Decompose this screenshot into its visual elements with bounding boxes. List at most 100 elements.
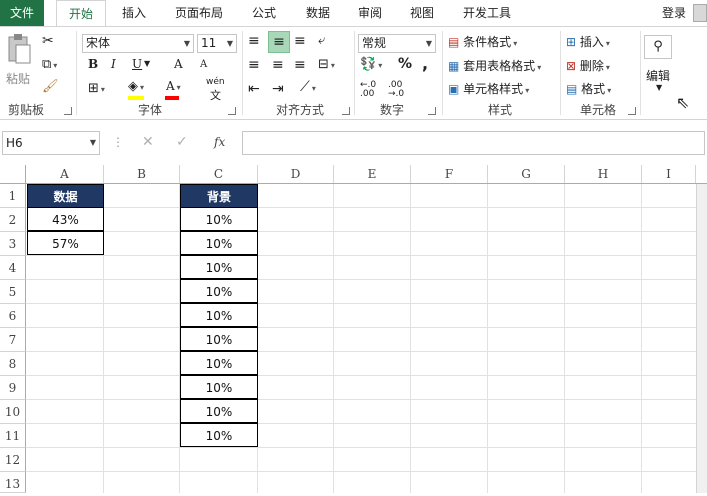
underline-button[interactable]: U (132, 57, 142, 71)
row-header[interactable]: 12 (0, 448, 26, 472)
decrease-indent-icon[interactable]: ⇤ (248, 81, 260, 97)
font-name-select[interactable]: 宋体 ▼ (82, 34, 194, 53)
cell-c10[interactable]: 10% (180, 399, 258, 423)
tab-review[interactable]: 审阅 (348, 0, 392, 26)
row-header[interactable]: 7 (0, 328, 26, 352)
column-header-e[interactable]: E (334, 165, 411, 183)
cell-styles-button[interactable]: ▣ 单元格样式 ▾ (448, 80, 529, 97)
tab-home[interactable]: 开始 (56, 0, 106, 26)
row-header[interactable]: 9 (0, 376, 26, 400)
tab-formulas[interactable]: 公式 (242, 0, 286, 26)
tab-view[interactable]: 视图 (400, 0, 444, 26)
vertical-scrollbar[interactable] (696, 184, 707, 493)
row-header[interactable]: 13 (0, 472, 26, 493)
editing-button[interactable]: 编辑 (646, 67, 670, 84)
cells-launcher-icon[interactable] (628, 107, 636, 115)
orientation-icon[interactable]: ⟋ ▾ (300, 79, 316, 95)
tab-page-layout[interactable]: 页面布局 (168, 0, 230, 26)
copy-icon[interactable]: ⧉ ▾ (42, 57, 57, 72)
increase-indent-icon[interactable]: ⇥ (272, 81, 284, 97)
row-header[interactable]: 1 (0, 184, 26, 208)
cell-a1[interactable]: 数据 (27, 184, 104, 208)
chevron-down-icon[interactable]: ▼ (656, 83, 662, 92)
cell-c4[interactable]: 10% (180, 255, 258, 279)
alignment-launcher-icon[interactable] (342, 107, 350, 115)
cell-c3[interactable]: 10% (180, 231, 258, 255)
column-header-a[interactable]: A (26, 165, 104, 183)
column-header-d[interactable]: D (258, 165, 334, 183)
cell-c1[interactable]: 背景 (180, 184, 258, 208)
column-header-g[interactable]: G (488, 165, 565, 183)
increase-decimal-icon[interactable]: ←.0.00 (360, 81, 376, 99)
tab-data[interactable]: 数据 (296, 0, 340, 26)
row-header[interactable]: 3 (0, 232, 26, 256)
align-bottom-icon[interactable]: ≡ (294, 33, 306, 49)
format-as-table-button[interactable]: ▦ 套用表格格式 ▾ (448, 57, 541, 74)
cut-icon[interactable]: ✂ (42, 33, 54, 49)
column-header-f[interactable]: F (411, 165, 488, 183)
italic-button[interactable]: I (111, 57, 116, 71)
select-all-corner[interactable] (0, 165, 26, 183)
align-left-icon[interactable]: ≡ (248, 57, 260, 73)
column-header-c[interactable]: C (180, 165, 258, 183)
format-cells-button[interactable]: ▤ 格式 ▾ (566, 80, 611, 97)
font-size-select[interactable]: 11 ▼ (197, 34, 237, 53)
cell-c5[interactable]: 10% (180, 279, 258, 303)
align-top-icon[interactable]: ≡ (248, 33, 260, 49)
bold-button[interactable]: B (88, 57, 98, 71)
tab-developer[interactable]: 开发工具 (454, 0, 520, 26)
chevron-down-icon[interactable]: ▼ (144, 59, 150, 68)
font-color-icon[interactable]: A ▾ (166, 79, 181, 93)
phonetic-button[interactable]: wén (206, 77, 225, 87)
login-link[interactable]: 登录 (656, 0, 692, 26)
row-header[interactable]: 5 (0, 280, 26, 304)
row-header[interactable]: 11 (0, 424, 26, 448)
column-header-h[interactable]: H (565, 165, 642, 183)
fill-color-icon[interactable]: ◈ ▾ (128, 79, 144, 94)
cell-c8[interactable]: 10% (180, 351, 258, 375)
align-center-icon[interactable]: ≡ (272, 57, 284, 73)
row-header[interactable]: 8 (0, 352, 26, 376)
drag-handle-icon[interactable]: ⋮ (112, 135, 124, 149)
format-painter-icon[interactable]: 🖌 (42, 79, 59, 94)
align-right-icon[interactable]: ≡ (294, 57, 306, 73)
user-avatar-icon[interactable] (693, 4, 707, 22)
row-header[interactable]: 4 (0, 256, 26, 280)
insert-function-button[interactable]: fx (214, 135, 225, 149)
tab-insert[interactable]: 插入 (112, 0, 156, 26)
number-launcher-icon[interactable] (428, 107, 436, 115)
cancel-icon[interactable]: ✕ (142, 134, 154, 150)
cell-c11[interactable]: 10% (180, 423, 258, 447)
insert-cells-button[interactable]: ⊞ 插入 ▾ (566, 33, 610, 50)
accounting-format-icon[interactable]: 💱 ▾ (360, 57, 382, 72)
number-format-select[interactable]: 常规 ▼ (358, 34, 436, 53)
delete-cells-button[interactable]: ⊠ 删除 ▾ (566, 57, 610, 74)
column-header-i[interactable]: I (642, 165, 696, 183)
clipboard-launcher-icon[interactable] (64, 107, 72, 115)
cell-c2[interactable]: 10% (180, 207, 258, 231)
decrease-decimal-icon[interactable]: .00 →.0 (388, 81, 404, 99)
row-header[interactable]: 10 (0, 400, 26, 424)
formula-input[interactable] (242, 131, 705, 155)
font-launcher-icon[interactable] (228, 107, 236, 115)
enter-check-icon[interactable]: ✓ (176, 134, 188, 150)
row-header[interactable]: 2 (0, 208, 26, 232)
wrap-text-icon[interactable]: ⤶ (318, 33, 325, 48)
comma-style-button[interactable]: , (422, 54, 428, 73)
cell-a2[interactable]: 43% (27, 207, 104, 231)
row-header[interactable]: 6 (0, 304, 26, 328)
name-box[interactable]: H6 ▼ (2, 131, 100, 155)
decrease-font-button[interactable]: A (200, 59, 207, 70)
merge-center-icon[interactable]: ⊟ ▾ (318, 57, 335, 72)
increase-font-button[interactable]: A (174, 57, 183, 71)
cell-a3[interactable]: 57% (27, 231, 104, 255)
cell-c6[interactable]: 10% (180, 303, 258, 327)
cell-c7[interactable]: 10% (180, 327, 258, 351)
cell-c9[interactable]: 10% (180, 375, 258, 399)
percent-style-button[interactable]: % (398, 56, 412, 72)
border-icon[interactable]: ⊞ ▾ (88, 81, 105, 96)
binoculars-icon[interactable]: ⚲ (644, 35, 672, 59)
tab-file[interactable]: 文件 (0, 0, 44, 26)
conditional-formatting-button[interactable]: ▤ 条件格式 ▾ (448, 33, 517, 50)
align-middle-icon[interactable]: ≡ (268, 31, 290, 53)
